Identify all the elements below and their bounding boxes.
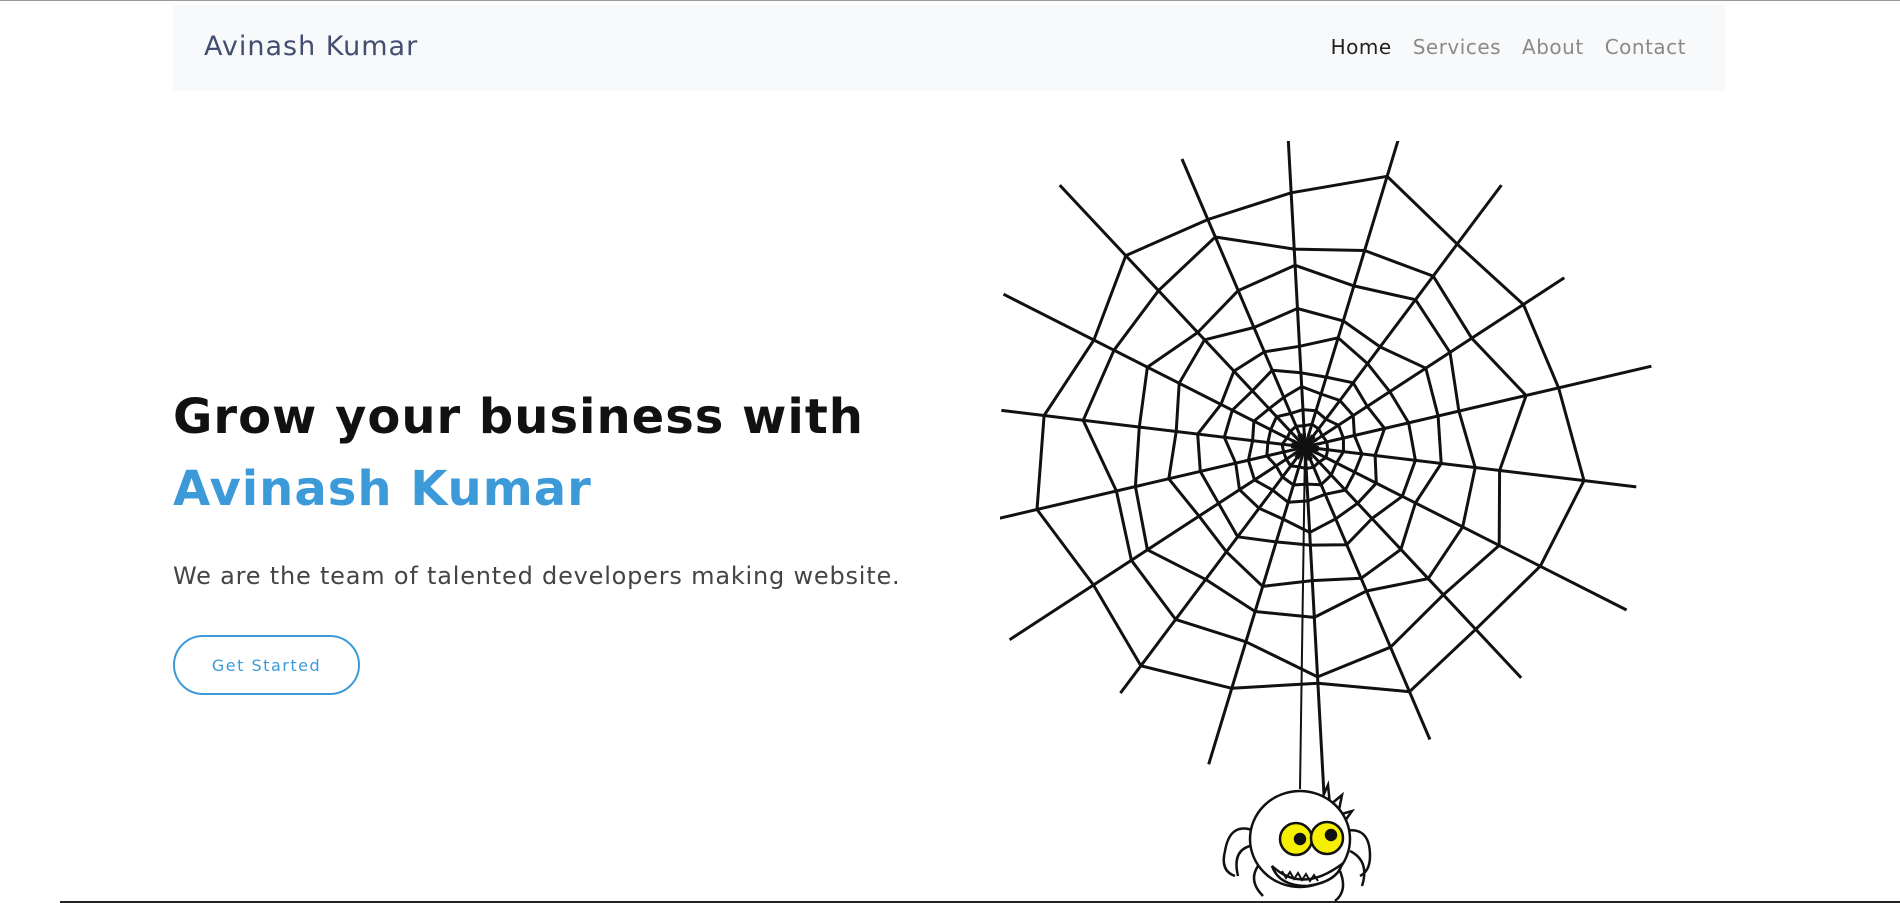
hero-heading: Grow your business with Avinash Kumar (173, 381, 973, 525)
nav-link-contact[interactable]: Contact (1605, 35, 1686, 59)
nav-links: Home Services About Contact (1331, 35, 1686, 59)
navbar: Avinash Kumar Home Services About Contac… (173, 5, 1726, 91)
brand-logo[interactable]: Avinash Kumar (204, 31, 418, 62)
spider-web-illustration (966, 100, 1652, 902)
hero-title-highlight: Avinash Kumar (173, 461, 592, 517)
nav-link-services[interactable]: Services (1413, 35, 1501, 59)
hero-title: Grow your business with (173, 389, 864, 445)
nav-link-about[interactable]: About (1522, 35, 1584, 59)
hero-subtitle: We are the team of talented developers m… (173, 562, 901, 590)
spider-web-icon (966, 100, 1700, 903)
get-started-button[interactable]: Get Started (173, 635, 360, 695)
nav-link-home[interactable]: Home (1331, 35, 1392, 59)
